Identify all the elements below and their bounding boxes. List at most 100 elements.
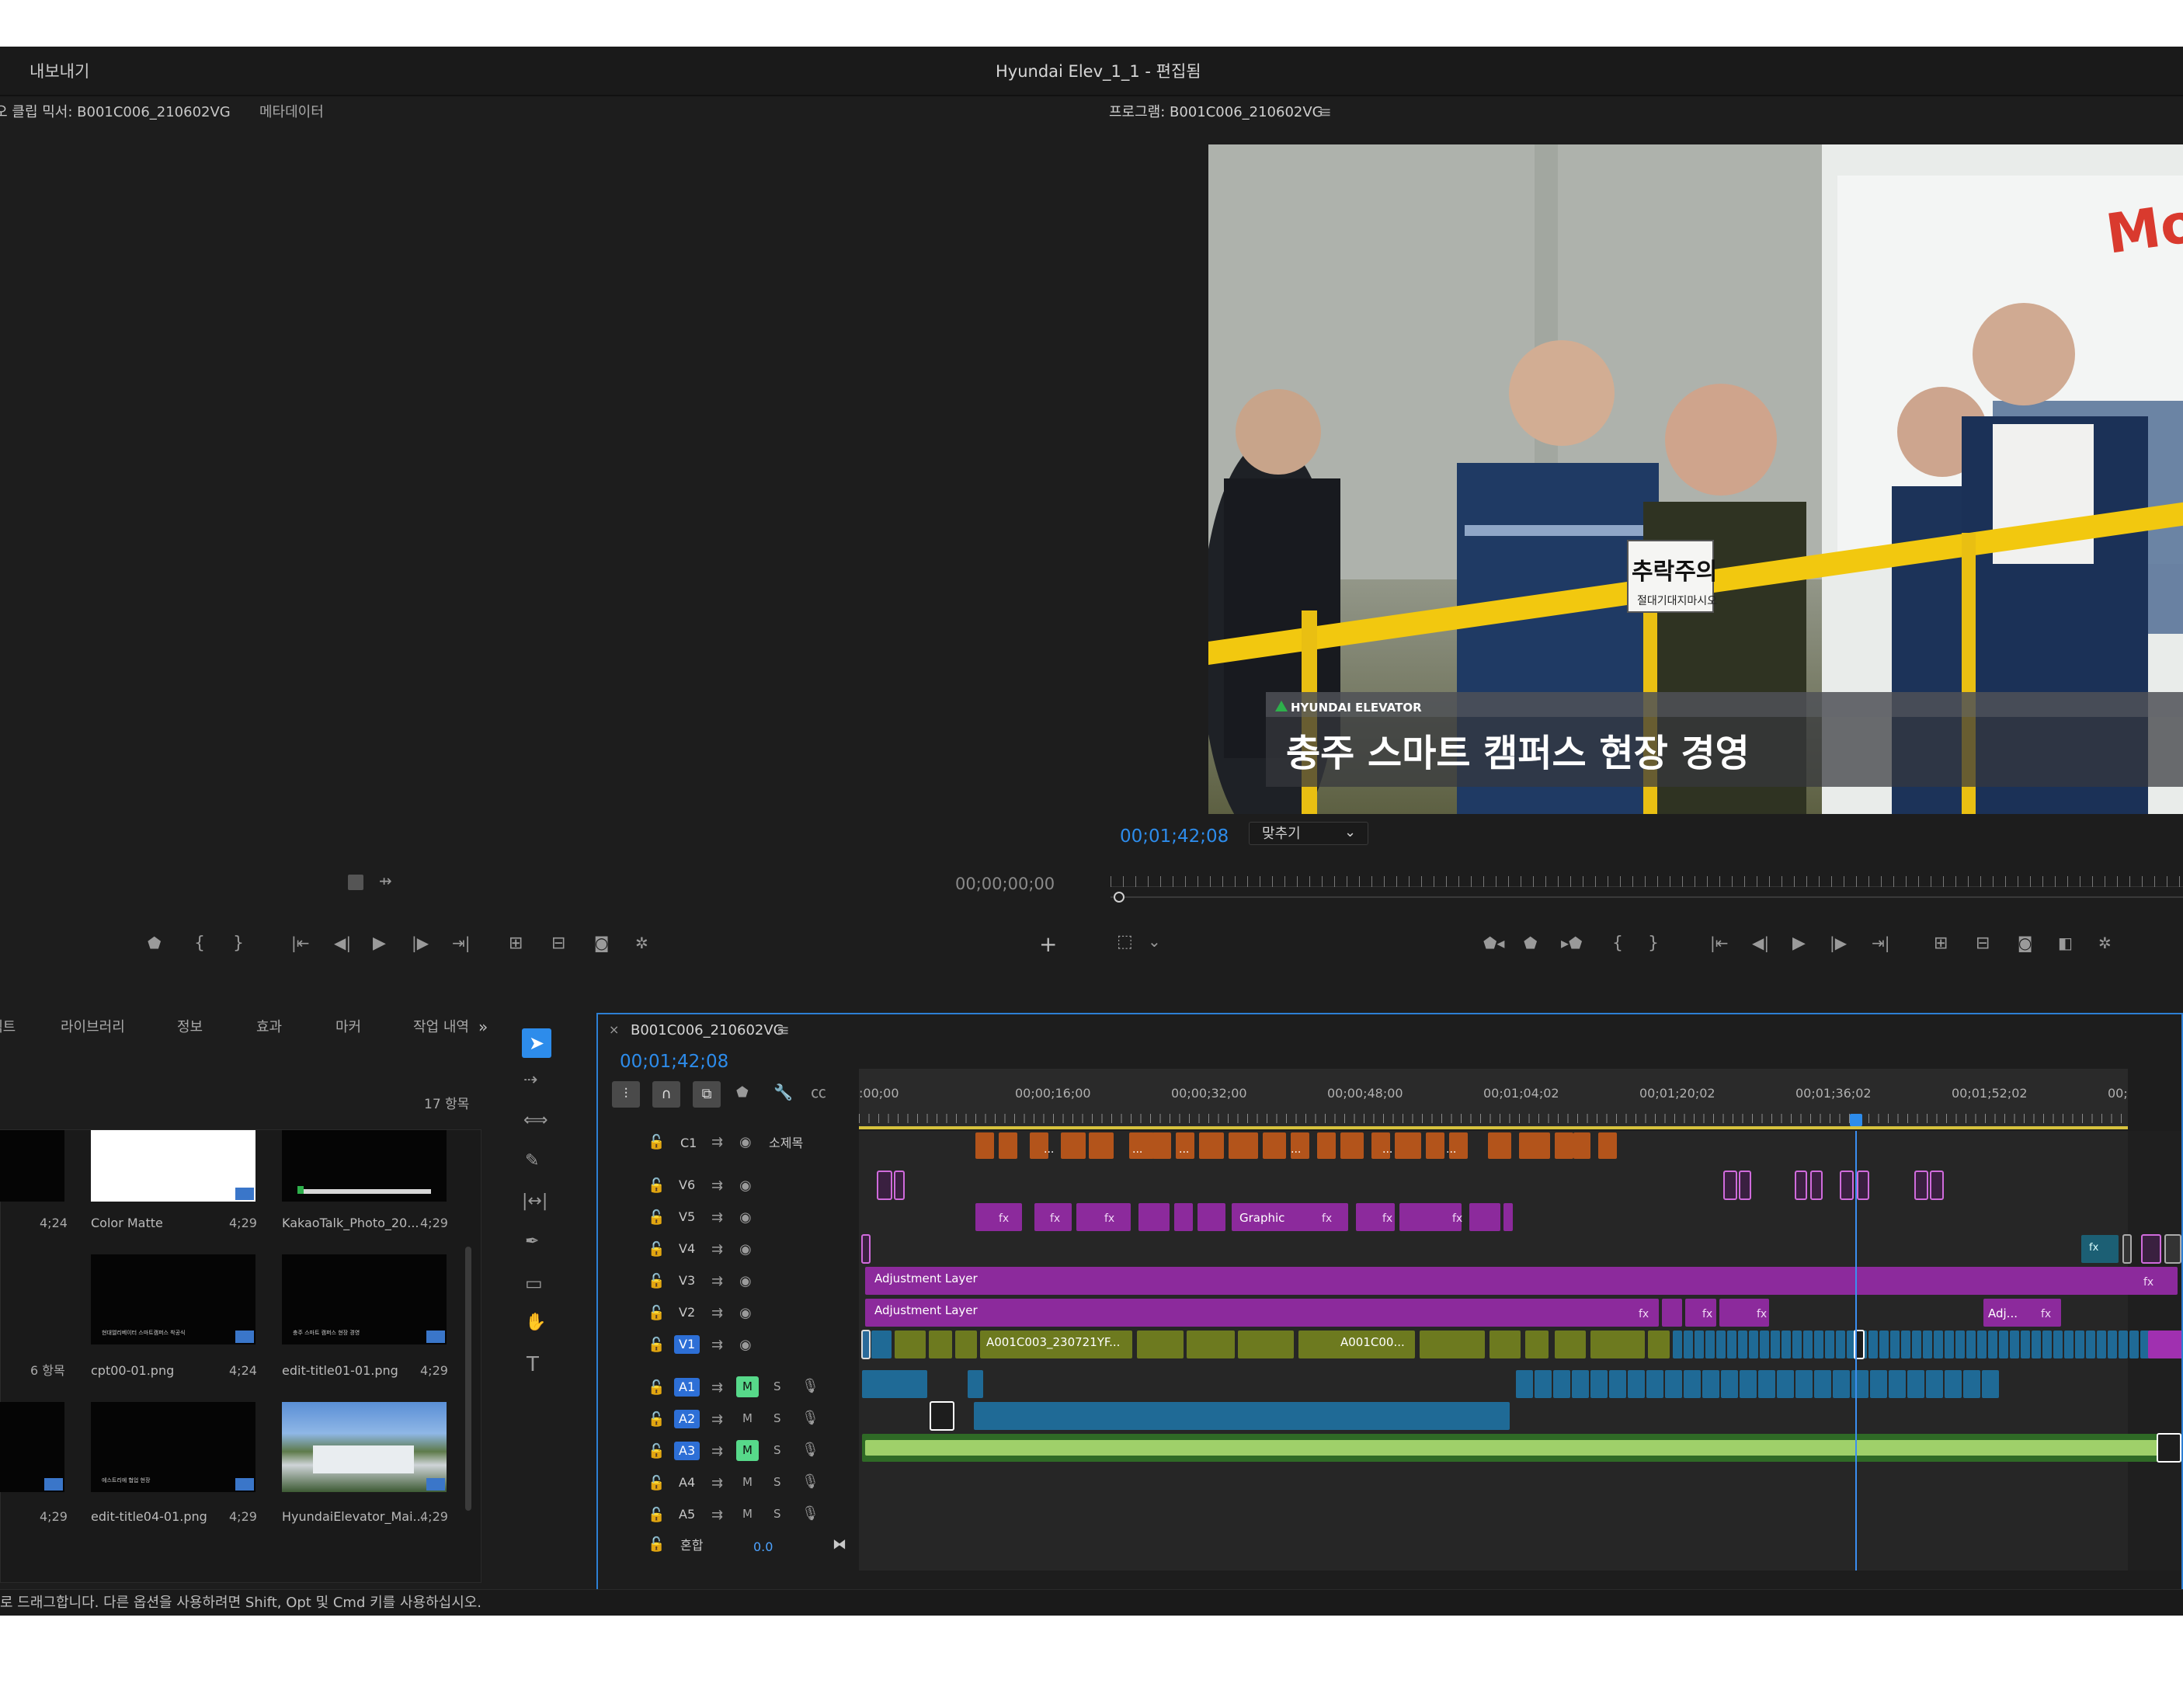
v1-blue-clip[interactable]: [1684, 1331, 1693, 1358]
v6-clip[interactable]: [1930, 1171, 1944, 1200]
track-label[interactable]: A3: [674, 1442, 700, 1460]
wrench-icon[interactable]: 🔧: [773, 1084, 793, 1100]
v1-blue-clip[interactable]: [1945, 1331, 1954, 1358]
sync-lock-icon[interactable]: ⇉: [711, 1508, 723, 1522]
v2-clip[interactable]: [1662, 1299, 1682, 1327]
v1-clip[interactable]: [1590, 1331, 1645, 1358]
v1-clip[interactable]: [955, 1331, 977, 1358]
linked-selection-icon[interactable]: ⧉: [693, 1081, 721, 1108]
v1-blue-clip[interactable]: [1825, 1331, 1834, 1358]
sync-lock-icon[interactable]: ⇉: [711, 1477, 723, 1491]
caption-clip[interactable]: [1519, 1132, 1550, 1159]
caption-clip[interactable]: [1317, 1132, 1336, 1159]
v1-clip[interactable]: [861, 1330, 871, 1359]
track-label[interactable]: V1: [674, 1335, 700, 1354]
a1-clip[interactable]: [1963, 1370, 1980, 1398]
v5-clip[interactable]: [1503, 1203, 1513, 1231]
a1-clip[interactable]: [1572, 1370, 1589, 1398]
v1-blue-clip[interactable]: [2119, 1331, 2128, 1358]
v1-blue-clip[interactable]: [1782, 1331, 1791, 1358]
tab-project[interactable]: 프로젝트: [0, 1021, 16, 1035]
safe-margins-icon[interactable]: ⬚: [1117, 934, 1133, 951]
v1-clip[interactable]: [2148, 1331, 2183, 1358]
v5-clip[interactable]: [1198, 1203, 1225, 1231]
caption-clip[interactable]: [1229, 1132, 1258, 1159]
item-name[interactable]: HyundaiElevator_Mai...: [282, 1511, 425, 1523]
mute-button[interactable]: M: [736, 1376, 759, 1397]
a1-clip[interactable]: [1721, 1370, 1738, 1398]
v6-clip[interactable]: [1795, 1171, 1807, 1200]
timeline-ruler[interactable]: :00;00 00;00;16;00 00;00;32;00 00;00;48;00 0…: [859, 1069, 2181, 1129]
track-label[interactable]: A5: [674, 1505, 700, 1524]
lock-icon[interactable]: 🔓: [648, 1538, 665, 1552]
v1-clip[interactable]: [1525, 1331, 1549, 1358]
ripple-edit-tool-icon[interactable]: ⟺: [523, 1112, 548, 1129]
remove-marker-icon[interactable]: ⬟◂: [1483, 935, 1504, 951]
mix-end-icon[interactable]: ⧓: [833, 1538, 846, 1552]
program-ruler[interactable]: [1111, 856, 2183, 887]
hand-tool-icon[interactable]: ✋: [525, 1314, 546, 1331]
a3-waveform[interactable]: [865, 1440, 2182, 1456]
v1-blue-clip[interactable]: [1966, 1331, 1976, 1358]
lock-icon[interactable]: 🔓: [648, 1338, 665, 1352]
a1-clip[interactable]: [1907, 1370, 1924, 1398]
track-label[interactable]: V2: [674, 1303, 700, 1322]
play-icon[interactable]: ▶: [373, 935, 386, 952]
a1-clip[interactable]: [1609, 1370, 1626, 1398]
tab-metadata[interactable]: 메타데이터: [259, 106, 324, 120]
mute-button[interactable]: M: [736, 1440, 759, 1461]
caption-clip[interactable]: [1089, 1132, 1114, 1159]
v1-blue-clip[interactable]: [2108, 1331, 2117, 1358]
eye-icon[interactable]: ◉: [739, 1306, 752, 1320]
sync-lock-icon[interactable]: ⇉: [711, 1338, 723, 1352]
lock-icon[interactable]: 🔓: [648, 1508, 665, 1522]
v4-clip[interactable]: [861, 1234, 871, 1264]
v5-clip[interactable]: [1174, 1203, 1193, 1231]
microphone-icon[interactable]: 🎙: [801, 1379, 819, 1393]
source-settings-icon[interactable]: [348, 875, 363, 890]
caption-clip[interactable]: [1488, 1132, 1511, 1159]
tab-program[interactable]: 프로그램: B001C006_210602VG: [1109, 106, 1323, 120]
v4-clip[interactable]: [2164, 1234, 2181, 1264]
v1-blue-clip[interactable]: [1934, 1331, 1943, 1358]
a1-clip[interactable]: [1814, 1370, 1831, 1398]
overwrite-icon[interactable]: ⊟: [551, 935, 565, 952]
solo-button[interactable]: S: [773, 1477, 781, 1488]
v1-blue-clip[interactable]: [2075, 1331, 2084, 1358]
playhead-head-icon[interactable]: [1850, 1114, 1862, 1126]
v1-blue-clip[interactable]: [1705, 1331, 1715, 1358]
v1-clip[interactable]: [895, 1331, 926, 1358]
sync-lock-icon[interactable]: ⇉: [711, 1275, 723, 1289]
v1-blue-clip[interactable]: [2021, 1331, 2030, 1358]
v6-clip[interactable]: [1914, 1171, 1928, 1200]
caption-clip[interactable]: [1199, 1132, 1224, 1159]
solo-button[interactable]: S: [773, 1508, 781, 1520]
solo-button[interactable]: S: [773, 1413, 781, 1424]
a1-clip[interactable]: [1870, 1370, 1887, 1398]
mark-in-icon[interactable]: {: [194, 935, 205, 952]
caption-clip[interactable]: [975, 1132, 994, 1159]
next-marker-icon[interactable]: ▸⬟: [1561, 935, 1582, 951]
type-tool-icon[interactable]: T: [527, 1355, 539, 1375]
v5-clip[interactable]: [1469, 1203, 1500, 1231]
v1-blue-clip[interactable]: [1814, 1331, 1823, 1358]
lift-icon[interactable]: ⊞: [1934, 935, 1948, 952]
a1-clip[interactable]: [1535, 1370, 1552, 1398]
v1-blue-clip[interactable]: [1879, 1331, 1889, 1358]
v1-blue-clip[interactable]: [1771, 1331, 1780, 1358]
sync-lock-icon[interactable]: ⇉: [711, 1179, 723, 1193]
tab-audio-clip-mixer[interactable]: 오디오 클립 믹서: B001C006_210602VG: [0, 106, 231, 120]
mute-button[interactable]: M: [736, 1408, 759, 1429]
microphone-icon[interactable]: 🎙: [801, 1443, 819, 1457]
v1-clip[interactable]: [1648, 1331, 1670, 1358]
panel-menu-icon[interactable]: ≡: [777, 1022, 790, 1038]
v1-clip[interactable]: [871, 1331, 892, 1358]
thumbnail[interactable]: 현대엘리베이터 스마트캠퍼스 착공식: [91, 1254, 255, 1344]
item-name[interactable]: edit-title04-01.png: [91, 1511, 207, 1523]
v1-clip[interactable]: [1555, 1331, 1586, 1358]
v1-blue-clip[interactable]: [1955, 1331, 1965, 1358]
pen-tool-icon[interactable]: ✒: [525, 1233, 539, 1251]
a1-clip[interactable]: [968, 1370, 983, 1398]
caption-clip[interactable]: [1152, 1132, 1171, 1159]
selection-tool-icon[interactable]: ➤: [522, 1028, 551, 1058]
